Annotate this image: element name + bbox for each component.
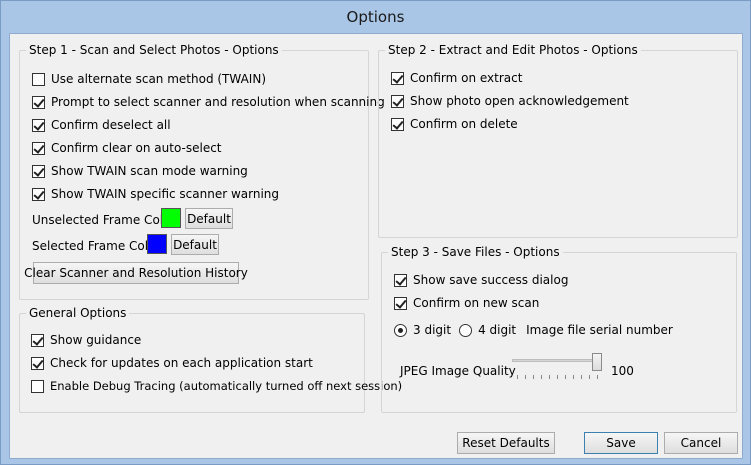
option-show-guidance[interactable]: Show guidance — [31, 332, 141, 348]
twain-scanner-warning-checkbox[interactable] — [32, 187, 45, 201]
confirm-deselect-label: Confirm deselect all — [51, 118, 171, 132]
radio-3-digit-label: 3 digit — [413, 323, 452, 337]
photo-open-ack-label: Show photo open acknowledgement — [410, 94, 629, 108]
jpeg-quality-slider-thumb[interactable] — [592, 353, 602, 371]
step1-group: Step 1 - Scan and Select Photos - Option… — [19, 43, 385, 300]
confirm-extract-label: Confirm on extract — [410, 71, 523, 85]
slider-tick — [581, 375, 582, 379]
confirm-new-scan-label: Confirm on new scan — [413, 296, 540, 310]
option-twain-mode-warning[interactable]: Show TWAIN scan mode warning — [32, 163, 248, 179]
option-confirm-clear[interactable]: Confirm clear on auto-select — [32, 140, 222, 156]
dialog-client-area: Step 1 - Scan and Select Photos - Option… — [9, 33, 743, 459]
slider-tick — [573, 375, 574, 379]
slider-tick — [533, 375, 534, 379]
selected-frame-color-swatch[interactable] — [147, 234, 167, 254]
step3-legend: Step 3 - Save Files - Options — [388, 245, 563, 259]
photo-open-ack-checkbox[interactable] — [391, 94, 404, 108]
slider-tick — [525, 375, 526, 379]
option-confirm-deselect[interactable]: Confirm deselect all — [32, 117, 171, 133]
debug-tracing-checkbox[interactable] — [31, 379, 44, 393]
reset-defaults-button[interactable]: Reset Defaults — [457, 432, 555, 454]
radio-4-digit-label: 4 digit — [478, 323, 517, 337]
general-legend: General Options — [26, 306, 130, 320]
option-prompt-scanner[interactable]: Prompt to select scanner and resolution … — [32, 94, 385, 110]
slider-tick — [517, 375, 518, 379]
show-guidance-label: Show guidance — [50, 333, 142, 347]
slider-tick — [549, 375, 550, 379]
jpeg-quality-label: JPEG Image Quality — [400, 364, 516, 378]
clear-history-button[interactable]: Clear Scanner and Resolution History — [24, 262, 248, 284]
radio-4-digit[interactable] — [459, 323, 473, 337]
option-save-success[interactable]: Show save success dialog — [394, 272, 568, 288]
option-confirm-delete[interactable]: Confirm on delete — [391, 116, 518, 132]
save-success-checkbox[interactable] — [394, 273, 407, 287]
serial-number-label: Image file serial number — [526, 323, 673, 337]
unselected-frame-color-label: Unselected Frame Color — [32, 213, 176, 227]
slider-tick — [557, 375, 558, 379]
option-alternate-scan[interactable]: Use alternate scan method (TWAIN) — [32, 71, 266, 87]
check-updates-label: Check for updates on each application st… — [50, 356, 313, 370]
option-photo-open-ack[interactable]: Show photo open acknowledgement — [391, 93, 629, 109]
save-success-label: Show save success dialog — [413, 273, 569, 287]
alternate-scan-checkbox[interactable] — [32, 72, 45, 86]
slider-tick — [589, 375, 590, 379]
confirm-clear-label: Confirm clear on auto-select — [51, 141, 222, 155]
prompt-scanner-label: Prompt to select scanner and resolution … — [51, 95, 385, 109]
selected-default-button[interactable]: Default — [171, 234, 219, 255]
twain-mode-warning-label: Show TWAIN scan mode warning — [51, 164, 248, 178]
prompt-scanner-checkbox[interactable] — [32, 95, 45, 109]
option-check-updates[interactable]: Check for updates on each application st… — [31, 355, 313, 371]
alternate-scan-label: Use alternate scan method (TWAIN) — [51, 72, 266, 86]
confirm-clear-checkbox[interactable] — [32, 141, 45, 155]
window-title: Options — [346, 8, 405, 26]
jpeg-quality-slider-track — [512, 359, 602, 362]
selected-frame-color-label: Selected Frame Color — [32, 239, 161, 253]
radio-3-digit[interactable] — [394, 323, 407, 337]
save-button[interactable]: Save — [584, 432, 658, 454]
confirm-delete-checkbox[interactable] — [391, 117, 404, 131]
step2-group: Step 2 - Extract and Edit Photos - Optio… — [378, 43, 738, 238]
cancel-button[interactable]: Cancel — [664, 432, 738, 454]
confirm-delete-label: Confirm on delete — [410, 117, 518, 131]
twain-mode-warning-checkbox[interactable] — [32, 164, 45, 178]
option-confirm-new-scan[interactable]: Confirm on new scan — [394, 295, 539, 311]
unselected-frame-color-swatch[interactable] — [161, 208, 181, 228]
unselected-default-button[interactable]: Default — [185, 208, 233, 229]
jpeg-quality-slider[interactable] — [512, 353, 602, 383]
option-confirm-extract[interactable]: Confirm on extract — [391, 70, 522, 86]
step2-legend: Step 2 - Extract and Edit Photos - Optio… — [385, 43, 641, 57]
slider-tick — [565, 375, 566, 379]
confirm-extract-checkbox[interactable] — [391, 71, 404, 85]
debug-tracing-label: Enable Debug Tracing (automatically turn… — [50, 379, 403, 393]
show-guidance-checkbox[interactable] — [31, 333, 44, 347]
confirm-new-scan-checkbox[interactable] — [394, 296, 407, 310]
step3-group: Step 3 - Save Files - Options Show save … — [381, 245, 737, 413]
options-window: Options Step 1 - Scan and Select Photos … — [0, 0, 751, 465]
slider-tick — [597, 375, 598, 379]
confirm-deselect-checkbox[interactable] — [32, 118, 45, 132]
general-options-group: General Options Show guidance Check for … — [19, 306, 402, 413]
serial-digits-row: 3 digit 4 digit Image file serial number — [394, 322, 673, 338]
slider-tick — [541, 375, 542, 379]
check-updates-checkbox[interactable] — [31, 356, 44, 370]
option-twain-scanner-warning[interactable]: Show TWAIN specific scanner warning — [32, 186, 279, 202]
option-debug-tracing[interactable]: Enable Debug Tracing (automatically turn… — [31, 378, 402, 394]
step1-legend: Step 1 - Scan and Select Photos - Option… — [26, 43, 282, 57]
twain-scanner-warning-label: Show TWAIN specific scanner warning — [51, 187, 280, 201]
title-bar[interactable]: Options — [1, 1, 750, 33]
jpeg-quality-value: 100 — [611, 364, 634, 378]
